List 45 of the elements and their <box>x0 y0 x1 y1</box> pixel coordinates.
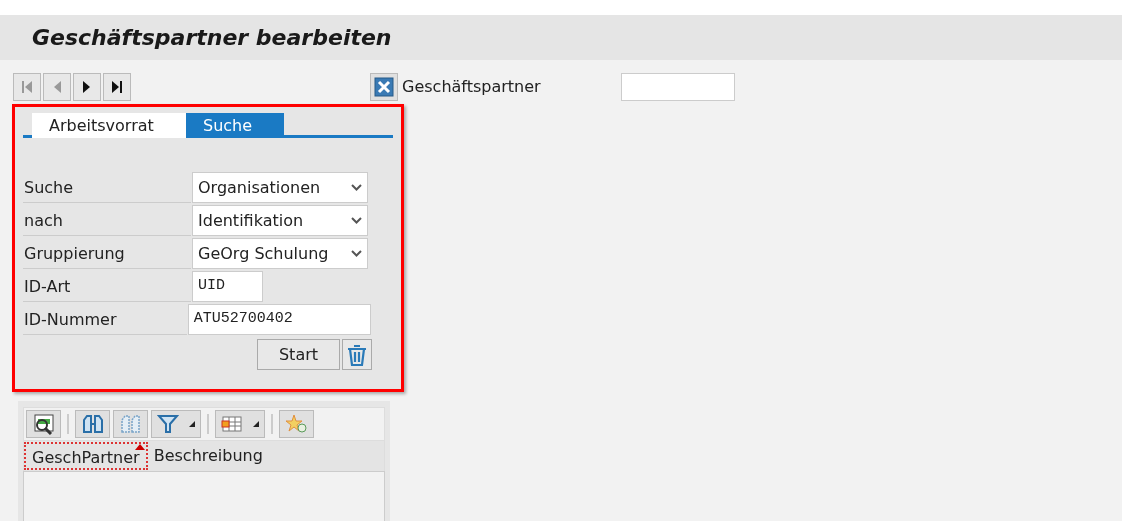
star-icon <box>285 414 308 434</box>
partner-input[interactable] <box>621 73 735 101</box>
last-icon <box>111 80 123 94</box>
filter-button[interactable] <box>151 410 201 438</box>
first-icon <box>21 80 33 94</box>
trash-icon <box>346 342 368 367</box>
find-button[interactable] <box>75 410 110 438</box>
start-button[interactable]: Start <box>257 339 340 370</box>
next-icon <box>82 80 92 94</box>
tab[interactable]: Suche <box>186 113 284 138</box>
window-title: Geschäftspartner bearbeiten <box>32 24 392 52</box>
field-label: Suche <box>23 172 191 203</box>
magnifier-icon <box>31 413 56 435</box>
details-button[interactable] <box>26 410 61 438</box>
last-button[interactable] <box>103 73 131 101</box>
close-icon <box>374 77 394 97</box>
grid-icon <box>221 415 243 433</box>
close-button[interactable] <box>370 73 398 101</box>
favorites-button[interactable] <box>279 410 314 438</box>
first-button[interactable] <box>13 73 41 101</box>
dropdown[interactable]: GeOrg Schulung <box>192 238 368 269</box>
tab[interactable]: Arbeitsvorrat <box>32 113 186 138</box>
column-header[interactable]: Beschreibung <box>147 442 269 470</box>
chevron-down-icon <box>351 217 362 224</box>
chevron-down-icon <box>351 184 362 191</box>
filter-icon <box>157 414 179 434</box>
dropdown-icon <box>189 421 195 427</box>
previous-icon <box>52 80 62 94</box>
field-label: nach <box>23 205 191 236</box>
field-label: ID-Art <box>23 271 191 302</box>
layout-button[interactable] <box>215 410 265 438</box>
chevron-down-icon <box>351 250 362 257</box>
field-label: Gruppierung <box>23 238 191 269</box>
delete-button[interactable] <box>342 339 372 370</box>
field-label: ID-Nummer <box>23 304 187 335</box>
input-field[interactable]: UID <box>192 271 263 302</box>
binoculars-icon <box>119 414 142 434</box>
dropdown[interactable]: Identifikation <box>192 205 368 236</box>
binoculars-icon <box>81 414 104 434</box>
input-field[interactable]: ATU52700402 <box>187 304 371 335</box>
next-button[interactable] <box>73 73 101 101</box>
dropdown-icon <box>253 421 259 427</box>
dropdown[interactable]: Organisationen <box>192 172 368 203</box>
sort-ascending-icon <box>134 444 145 450</box>
field-label: Geschäftspartner <box>402 76 542 98</box>
